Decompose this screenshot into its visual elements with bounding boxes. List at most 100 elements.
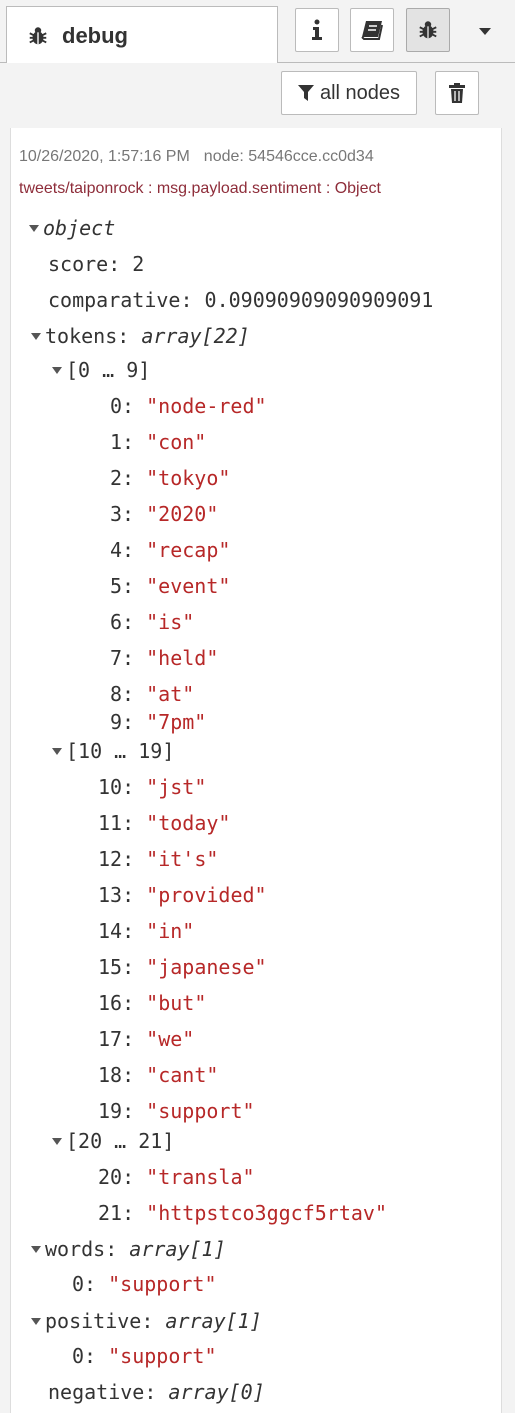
token-row: 21: "httpstco3ggcf5rtav" — [98, 1200, 387, 1226]
tree-row-score: score: 2 — [48, 251, 144, 277]
caret-down-icon — [29, 224, 39, 232]
comparative-key: comparative: — [48, 288, 193, 312]
token-row: 12: "it's" — [98, 846, 218, 872]
root-type: object — [43, 216, 116, 240]
index-key: 20: — [98, 1165, 135, 1189]
message-node-id[interactable]: node: 54546cce.cc0d34 — [204, 148, 374, 165]
caret-down-icon — [31, 1245, 41, 1253]
index-key: 13: — [98, 883, 135, 907]
caret-down-icon — [52, 747, 62, 755]
string-value: "event" — [146, 574, 231, 598]
tree-row-tokens[interactable]: tokens: array[22] — [31, 323, 250, 349]
tokens-type: array[22] — [141, 324, 250, 348]
comparative-value: 0.09090909090909091 — [204, 288, 434, 312]
tree-row-positive-0: 0: "support" — [72, 1343, 217, 1369]
filter-nodes-button[interactable]: all nodes — [281, 71, 417, 115]
negative-key: negative: — [48, 1380, 157, 1404]
index-key: 19: — [98, 1099, 135, 1123]
tree-row-words-0: 0: "support" — [72, 1271, 217, 1297]
message-meta: 10/26/2020, 1:57:16 PM node: 54546cce.cc0… — [19, 148, 374, 166]
caret-down-icon — [479, 28, 491, 35]
book-icon — [361, 21, 383, 40]
index-key: 0: — [110, 394, 135, 418]
info-button[interactable] — [295, 8, 339, 52]
string-value: "transla" — [146, 1165, 255, 1189]
caret-down-icon — [52, 366, 62, 374]
sidebar-tab-bar: debug — [0, 0, 515, 63]
tokens-key: tokens: — [45, 324, 130, 348]
string-value: "support" — [146, 1099, 255, 1123]
index-key: 21: — [98, 1201, 135, 1225]
negative-type: array[0] — [168, 1380, 265, 1404]
index-key: 17: — [98, 1027, 135, 1051]
token-row: 11: "today" — [98, 810, 230, 836]
tab-label: debug — [62, 23, 128, 48]
index-key: 0: — [72, 1272, 97, 1296]
string-value: "recap" — [146, 538, 231, 562]
sidebar-menu-button[interactable] — [472, 20, 498, 42]
filter-label: all nodes — [319, 81, 401, 104]
tree-group-10-19[interactable]: [10 … 19] — [52, 738, 174, 764]
index-key: 10: — [98, 775, 135, 799]
debug-button[interactable] — [406, 8, 450, 52]
index-key: 18: — [98, 1063, 135, 1087]
help-button[interactable] — [350, 8, 394, 52]
group-label: [20 … 21] — [66, 1129, 175, 1153]
score-value: 2 — [132, 252, 145, 276]
score-key: score: — [48, 252, 121, 276]
tree-group-0-9[interactable]: [0 … 9] — [52, 357, 150, 383]
token-row: 10: "jst" — [98, 774, 206, 800]
token-row: 19: "support" — [98, 1098, 255, 1124]
caret-down-icon — [52, 1137, 62, 1145]
tree-root-row[interactable]: object — [29, 215, 115, 241]
token-row: 14: "in" — [98, 918, 194, 944]
index-key: 6: — [110, 610, 135, 634]
token-row: 1: "con" — [110, 429, 206, 455]
string-value: "7pm" — [146, 710, 207, 734]
scrollbar-track[interactable] — [500, 128, 515, 1413]
string-value: "in" — [146, 919, 195, 943]
bug-icon — [419, 21, 437, 39]
index-key: 0: — [72, 1344, 97, 1368]
clear-messages-button[interactable] — [435, 71, 479, 115]
message-topic: tweets/taiponrock : msg.payload.sentimen… — [19, 180, 381, 197]
tree-row-words[interactable]: words: array[1] — [31, 1236, 226, 1262]
tree-row-positive[interactable]: positive: array[1] — [31, 1308, 262, 1334]
string-value: "held" — [146, 646, 219, 670]
token-row: 3: "2020" — [110, 501, 218, 527]
words-key: words: — [45, 1237, 118, 1261]
token-row: 17: "we" — [98, 1026, 194, 1052]
debug-message-list[interactable]: 10/26/2020, 1:57:16 PM node: 54546cce.cc0… — [10, 128, 502, 1413]
index-key: 7: — [110, 646, 135, 670]
tab-debug[interactable]: debug — [6, 6, 278, 63]
token-row: 4: "recap" — [110, 537, 230, 563]
token-row: 16: "but" — [98, 990, 206, 1016]
caret-down-icon — [31, 332, 41, 340]
index-key: 15: — [98, 955, 135, 979]
caret-down-icon — [31, 1317, 41, 1325]
string-value: "we" — [146, 1027, 195, 1051]
debug-toolbar: all nodes — [0, 63, 515, 125]
token-row: 2: "tokyo" — [110, 465, 230, 491]
token-row: 18: "cant" — [98, 1062, 218, 1088]
string-value: "2020" — [146, 502, 219, 526]
index-key: 5: — [110, 574, 135, 598]
string-value: "httpstco3ggcf5rtav" — [146, 1201, 387, 1225]
string-value: "today" — [146, 811, 231, 835]
message-timestamp: 10/26/2020, 1:57:16 PM — [19, 148, 190, 165]
token-row: 5: "event" — [110, 573, 230, 599]
words-type: array[1] — [129, 1237, 226, 1261]
string-value: "at" — [146, 682, 195, 706]
tree-row-negative: negative: array[0] — [48, 1379, 265, 1405]
tree-group-20-21[interactable]: [20 … 21] — [52, 1128, 174, 1154]
group-label: [10 … 19] — [66, 739, 175, 763]
string-value: "con" — [146, 430, 207, 454]
token-row: 8: "at" — [110, 681, 194, 707]
index-key: 3: — [110, 502, 135, 526]
string-value: "node-red" — [146, 394, 267, 418]
tree-row-comparative: comparative: 0.09090909090909091 — [48, 287, 433, 313]
positive-key: positive: — [45, 1309, 154, 1333]
index-key: 4: — [110, 538, 135, 562]
token-row: 20: "transla" — [98, 1164, 255, 1190]
bug-icon — [29, 27, 47, 45]
